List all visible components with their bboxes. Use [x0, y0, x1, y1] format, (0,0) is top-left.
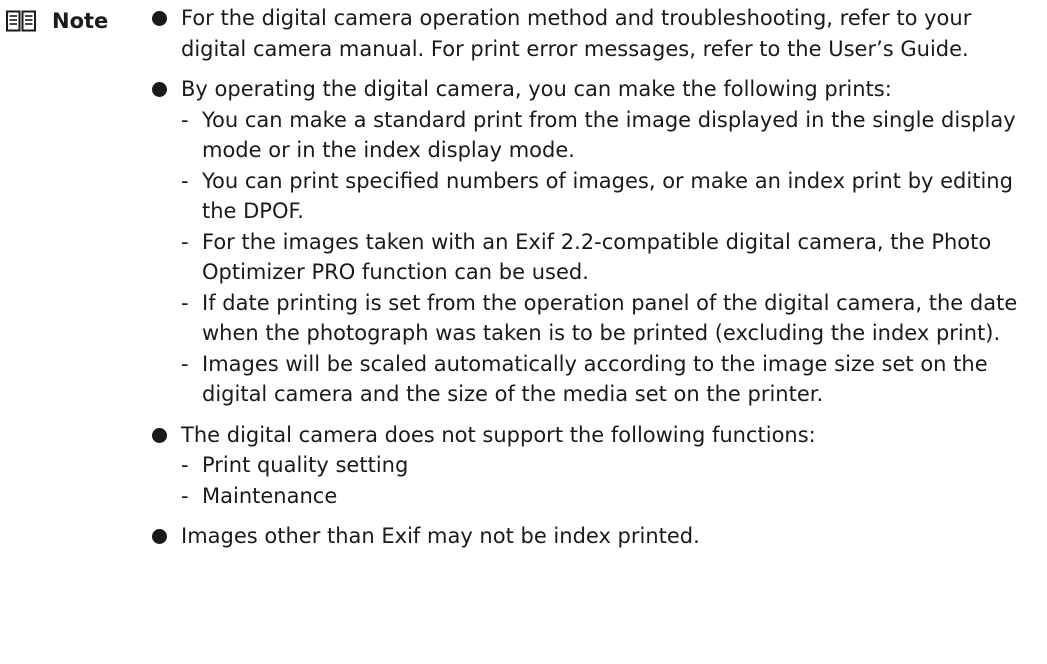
note-label: Note — [52, 9, 109, 33]
sub-item-marker: - — [181, 453, 189, 477]
sub-item: - You can make a standard print from the … — [181, 105, 1040, 166]
note-bullet-item: Images other than Exif may not be index … — [150, 521, 1040, 552]
note-bullet-item: By operating the digital camera, you can… — [150, 74, 1040, 410]
sub-item-text: If date printing is set from the operati… — [202, 290, 1018, 346]
sub-item-text: Print quality setting — [202, 453, 409, 477]
note-header: Note — [6, 8, 108, 34]
sub-item: - For the images taken with an Exif 2.2-c… — [181, 227, 1040, 288]
sub-item-marker: - — [181, 107, 189, 132]
sub-item: - You can print specified numbers of imag… — [181, 166, 1040, 227]
sub-item: - Print quality setting — [181, 450, 1040, 481]
sub-item: - Images will be scaled automatically acc… — [181, 349, 1040, 410]
sub-item-text: You can make a standard print from the i… — [202, 107, 1016, 163]
bullet-text: Images other than Exif may not be index … — [181, 524, 700, 548]
sub-item-marker: - — [181, 351, 189, 376]
bullet-dot-icon — [152, 529, 167, 544]
bullet-dot-icon — [152, 11, 167, 26]
sub-item-marker: - — [181, 290, 189, 315]
bullet-text: The digital camera does not support the … — [181, 422, 816, 447]
note-book-icon — [6, 10, 36, 32]
sub-item-text: Maintenance — [202, 483, 338, 508]
sub-item-text: You can print specified numbers of image… — [202, 168, 1013, 224]
bullet-dot-icon — [152, 427, 167, 443]
bullet-text: For the digital camera operation method … — [181, 6, 972, 61]
sub-item: - If date printing is set from the operat… — [181, 288, 1040, 349]
sub-item-list: - Print quality setting - Maintenance — [181, 450, 1040, 511]
note-bullet-item: The digital camera does not support the … — [150, 420, 1040, 512]
note-bullet-list: For the digital camera operation method … — [150, 3, 1040, 562]
sub-item-list: - You can make a standard print from the … — [181, 105, 1040, 410]
sub-item-text: Images will be scaled automatically acco… — [202, 351, 988, 407]
sub-item-marker: - — [181, 168, 189, 193]
bullet-dot-icon — [152, 82, 167, 97]
note-bullet-item: For the digital camera operation method … — [150, 3, 1040, 64]
sub-item: - Maintenance — [181, 481, 1040, 512]
bullet-text: By operating the digital camera, you can… — [181, 77, 892, 101]
sub-item-marker: - — [181, 483, 189, 508]
sub-item-marker: - — [181, 229, 189, 254]
sub-item-text: For the images taken with an Exif 2.2-co… — [202, 229, 992, 285]
